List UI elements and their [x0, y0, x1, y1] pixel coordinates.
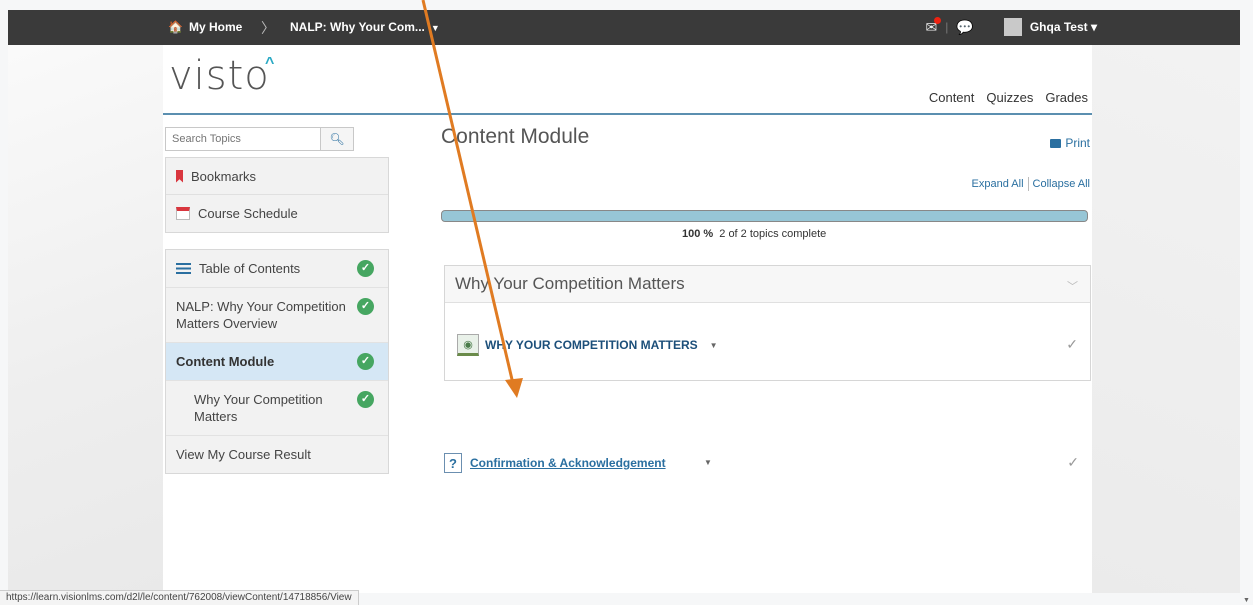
- chevron-down-icon: ▼: [430, 23, 440, 33]
- toc-item-competition-matters[interactable]: Why Your Competition Matters ✓: [166, 381, 388, 436]
- web-page-icon: ◉: [457, 334, 479, 356]
- expand-collapse-controls: Expand All Collapse All: [972, 177, 1090, 191]
- check-icon: ✓: [357, 260, 374, 277]
- subscriptions-icon[interactable]: 💬: [956, 19, 973, 36]
- toc-item-course-result[interactable]: View My Course Result: [166, 436, 388, 473]
- progress-detail: 2 of 2 topics complete: [719, 228, 827, 240]
- scroll-down-icon[interactable]: ▼: [1243, 597, 1250, 604]
- top-navbar: 🏠 My Home 〉 NALP: Why Your Com... ▼ ✉ | 💬…: [8, 10, 1240, 45]
- completed-check-icon: ✓: [1067, 454, 1079, 470]
- module-title: Why Your Competition Matters: [455, 274, 685, 293]
- shortcut-list: Bookmarks Course Schedule: [165, 157, 389, 233]
- nav-right-group: ✉ | 💬 Ghqa Test ▾: [926, 16, 1097, 36]
- tab-grades[interactable]: Grades: [1045, 90, 1088, 105]
- caret-down-icon[interactable]: ▼: [704, 458, 712, 467]
- list-icon: [176, 263, 191, 274]
- message-alert-icon[interactable]: ✉: [926, 16, 942, 36]
- page-content: visto ^ Content Quizzes Grades 🔍︎ Bookma…: [163, 45, 1092, 593]
- printer-icon: [1050, 138, 1062, 148]
- sidebar: 🔍︎ Bookmarks Course Schedule Table of Co…: [165, 127, 389, 474]
- home-icon: 🏠: [168, 20, 183, 34]
- progress-fill: [442, 211, 1087, 221]
- search-input[interactable]: [165, 127, 320, 151]
- notification-dot: [934, 16, 942, 24]
- module-panel: Why Your Competition Matters ﹀ ◉ WHY YOU…: [444, 265, 1091, 381]
- topic-link[interactable]: WHY YOUR COMPETITION MATTERS: [485, 338, 698, 352]
- background-right: [1092, 45, 1240, 593]
- table-of-contents: Table of Contents ✓ NALP: Why Your Compe…: [165, 249, 389, 474]
- calendar-icon: [176, 207, 190, 220]
- search-button[interactable]: 🔍︎: [320, 127, 354, 151]
- logo[interactable]: visto: [169, 53, 270, 99]
- toc-header[interactable]: Table of Contents ✓: [166, 250, 388, 288]
- main-content: Content Module Print Expand All Collapse …: [441, 125, 1091, 473]
- course-schedule-link[interactable]: Course Schedule: [166, 195, 388, 232]
- module-header[interactable]: Why Your Competition Matters ﹀: [445, 266, 1090, 303]
- collapse-all-link[interactable]: Collapse All: [1033, 178, 1090, 190]
- breadcrumb-separator: 〉: [261, 20, 275, 36]
- toc-item-overview[interactable]: NALP: Why Your Competition Matters Overv…: [166, 288, 388, 343]
- my-home-link[interactable]: 🏠 My Home: [168, 20, 242, 34]
- tab-quizzes[interactable]: Quizzes: [986, 90, 1033, 105]
- tab-content[interactable]: Content: [929, 90, 975, 105]
- check-icon: ✓: [357, 353, 374, 370]
- course-tabs: Content Quizzes Grades: [929, 90, 1088, 105]
- check-icon: ✓: [357, 391, 374, 408]
- avatar[interactable]: [1003, 18, 1022, 36]
- toc-item-content-module[interactable]: Content Module ✓: [166, 343, 388, 381]
- completed-check-icon: ✓: [1066, 336, 1078, 352]
- quiz-row: ? Confirmation & Acknowledgement ▼ ✓: [444, 452, 1091, 476]
- topic-row: ◉ WHY YOUR COMPETITION MATTERS ▼: [457, 334, 718, 356]
- background-left: [8, 45, 163, 593]
- bookmark-icon: [176, 169, 183, 183]
- expand-all-link[interactable]: Expand All: [972, 178, 1024, 190]
- check-icon: ✓: [357, 298, 374, 315]
- quiz-link[interactable]: Confirmation & Acknowledgement: [470, 456, 666, 470]
- bookmarks-link[interactable]: Bookmarks: [166, 158, 388, 195]
- nav-divider: |: [945, 20, 949, 34]
- page-title: Content Module: [441, 125, 590, 148]
- search-bar: 🔍︎: [165, 127, 389, 151]
- user-menu[interactable]: Ghqa Test ▾: [1030, 20, 1097, 34]
- progress-percent: 100 %: [682, 228, 714, 240]
- progress-bar: [441, 210, 1088, 222]
- header-divider: [163, 113, 1092, 115]
- logo-caret-icon: ^: [265, 55, 275, 72]
- progress-text: 100 % 2 of 2 topics complete: [682, 228, 826, 240]
- caret-down-icon[interactable]: ▼: [710, 341, 718, 350]
- search-icon: 🔍︎: [329, 132, 345, 146]
- status-bar-url: https://learn.visionlms.com/d2l/le/conte…: [0, 590, 359, 605]
- quiz-icon: ?: [444, 453, 462, 473]
- link-divider: [1027, 177, 1029, 191]
- course-selector[interactable]: NALP: Why Your Com... ▼: [290, 20, 440, 34]
- print-button[interactable]: Print: [1050, 136, 1090, 150]
- chevron-down-icon[interactable]: ﹀: [1067, 278, 1078, 294]
